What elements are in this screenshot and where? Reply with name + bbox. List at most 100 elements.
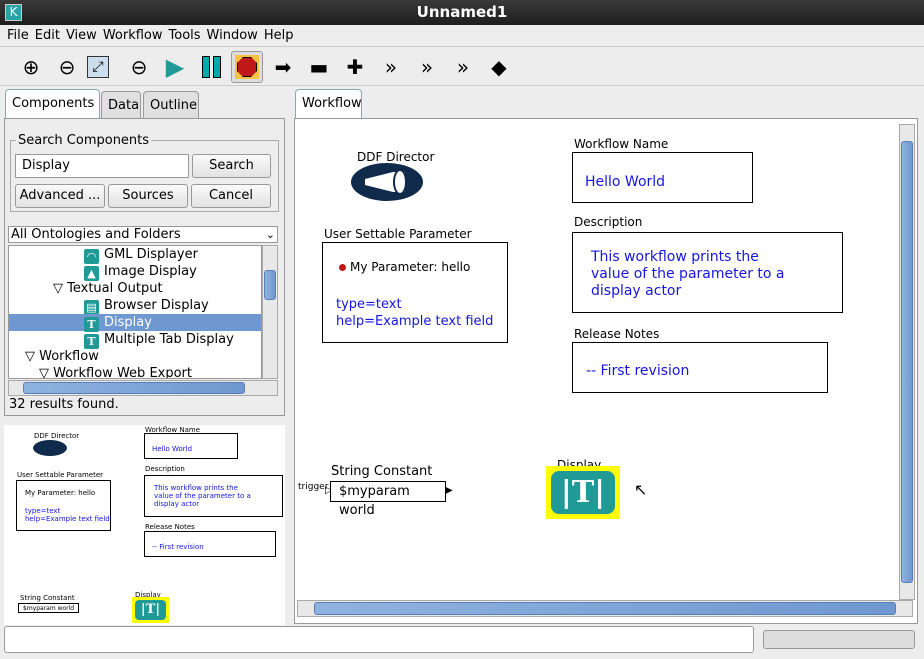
param-title: User Settable Parameter [324,227,472,241]
tree-item-multiple-tab-display[interactable]: T Multiple Tab Display [84,331,234,349]
tree-folder-workflow-web-export[interactable]: ▽ Workflow Web Export [39,365,192,379]
relation-icon[interactable]: ◆ [483,51,515,83]
display-icon: T [84,317,99,332]
tab-workflow[interactable]: Workflow [295,89,362,119]
window-title: Unnamed1 [416,3,508,21]
tree-label: Textual Output [67,281,163,296]
menu-window[interactable]: Window [204,25,261,46]
mini-wf-name: Hello World [144,433,238,459]
tree-item-browser-display[interactable]: ▤ Browser Display [84,297,209,315]
menu-tools[interactable]: Tools [166,25,204,46]
director-label: DDF Director [357,150,435,164]
workflow-name-annotation[interactable]: Hello World [572,152,753,203]
ontology-select[interactable]: All Ontologies and Folders ⌄ [8,226,278,243]
tree-label: Multiple Tab Display [104,332,234,347]
menu-file[interactable]: File [4,25,32,46]
overview-minimap[interactable]: DDF Director User Settable Parameter My … [4,425,285,625]
mouse-cursor-icon: ↖ [634,480,648,499]
parameter-bullet-icon [339,264,346,271]
sources-button[interactable]: Sources [108,184,188,208]
tree-vertical-scrollbar[interactable] [262,245,278,379]
tab-components[interactable]: Components [5,89,100,119]
mini-desc-title: Description [145,465,185,473]
multiport-io-icon[interactable]: » [447,51,479,83]
zoom-reset-icon[interactable]: ⊖ [51,51,83,83]
multiport-output-icon[interactable]: » [375,51,407,83]
desc-title: Description [574,215,643,229]
expand-triangle-icon: ▽ [25,349,40,364]
mini-param-box: My Parameter: hello type=text help=Example… [16,480,111,531]
results-count: 32 results found. [9,397,119,412]
browser-icon: ▤ [84,300,99,315]
tree-folder-workflow[interactable]: ▽ Workflow [25,348,99,365]
tree-item-display[interactable]: T Display [9,314,261,332]
pause-icon[interactable] [195,51,227,83]
param-help: help=Example text field [336,314,494,329]
port-io-icon[interactable]: ✚ [339,51,371,83]
mini-notes-title: Release Notes [145,523,195,531]
tab-data[interactable]: Data [101,91,141,119]
string-constant-actor[interactable]: $myparam world [330,481,446,518]
mini-notes: -- First revision [144,531,276,557]
search-input[interactable]: Display [15,154,189,178]
display-actor[interactable]: |T| [546,466,620,519]
tree-horizontal-scrollbar[interactable] [8,380,278,396]
tree-label: Display [104,315,152,330]
mini-director: DDF Director [34,432,80,440]
image-icon: ▲ [84,266,99,281]
mini-const-title: String Constant [20,594,75,602]
search-group-label: Search Components [16,133,152,148]
canvas-vertical-scrollbar[interactable] [899,124,915,600]
tree-item-image-display[interactable]: ▲ Image Display [84,263,197,281]
menu-edit[interactable]: Edit [32,25,63,46]
run-icon[interactable]: ▶ [159,51,191,83]
toolbar: ⊕ ⊖ ⤢ ⊖ ▶ ➡ ▬ ✚ » » » ◆ [0,48,924,86]
tree-label: Image Display [104,264,197,279]
chevron-down-icon: ⌄ [265,228,275,241]
port-input-icon[interactable]: ▬ [303,51,335,83]
menu-help[interactable]: Help [261,25,297,46]
app-logo: K [5,4,22,21]
ontology-select-value: All Ontologies and Folders [11,227,181,242]
tree-item-gml-displayer[interactable]: ◠ GML Displayer [84,246,198,264]
mini-desc: This workflow prints the value of the par… [144,475,283,517]
progress-bar [763,630,915,649]
workflow-name: Hello World [585,174,666,190]
string-constant-title: String Constant [331,464,433,479]
wf-name-title: Workflow Name [574,137,669,151]
menu-view[interactable]: View [63,25,100,46]
menu-bar: File Edit View Workflow Tools Window Hel… [0,25,924,47]
param-type: type=text [336,297,402,312]
canvas-horizontal-scrollbar[interactable] [297,600,913,617]
menu-workflow[interactable]: Workflow [100,25,166,46]
mini-param-title: User Settable Parameter [17,471,104,479]
search-button[interactable]: Search [192,154,271,178]
release-notes: -- First revision [586,363,690,379]
tab-outline[interactable]: Outline [143,91,199,119]
zoom-out-icon[interactable]: ⊖ [123,51,155,83]
port-output-icon[interactable]: ➡ [267,51,299,83]
notes-title: Release Notes [574,327,660,341]
multiport-input-icon[interactable]: » [411,51,443,83]
ddf-director-icon[interactable] [351,163,423,201]
mini-director-icon [33,440,67,456]
description-annotation[interactable]: This workflow prints the value of the par… [572,232,843,313]
expand-triangle-icon: ▽ [39,366,54,379]
title-bar: Unnamed1 [0,0,924,25]
cancel-button[interactable]: Cancel [191,184,271,208]
tree-label: Workflow Web Export [53,366,192,379]
tree-folder-textual-output[interactable]: ▽ Textual Output [53,280,163,297]
zoom-fit-icon[interactable]: ⤢ [87,56,109,78]
display-icon: |T| [551,471,615,514]
user-settable-parameter[interactable]: My Parameter: hello type=text help=Examp… [322,242,508,343]
tree-label: Workflow [39,349,99,364]
release-notes-annotation[interactable]: -- First revision [572,342,828,393]
display-icon: T [84,334,99,349]
advanced-button[interactable]: Advanced ... [15,184,105,208]
zoom-in-icon[interactable]: ⊕ [15,51,47,83]
stop-button[interactable] [231,51,263,83]
tree-label: GML Displayer [104,247,198,262]
component-tree: ◠ GML Displayer ▲ Image Display ▽ Textual … [8,245,262,379]
output-port-icon[interactable]: ▶ [445,485,453,496]
stop-icon [235,55,259,79]
